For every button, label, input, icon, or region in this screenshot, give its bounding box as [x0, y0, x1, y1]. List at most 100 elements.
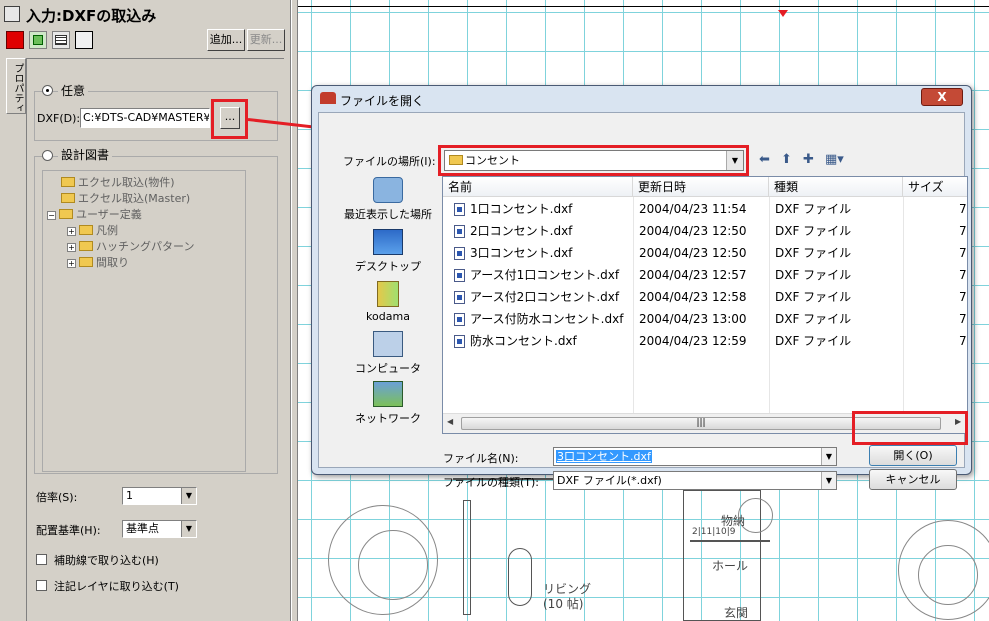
file-row[interactable]: 1口コンセント.dxf 2004/04/23 11:54 DXF ファイル 7 [443, 198, 967, 220]
user-folder-icon [377, 281, 399, 307]
place-desktop[interactable]: デスクトップ [333, 229, 443, 274]
wall-outline [463, 500, 471, 615]
chevron-down-icon[interactable]: ▼ [181, 521, 196, 537]
filename-label: ファイル名(N): [443, 452, 519, 465]
tree-item[interactable]: エクセル取込(物件) [61, 174, 175, 190]
dxf-file-icon [454, 335, 465, 348]
view-menu-icon[interactable]: ▦▾ [825, 152, 844, 167]
highlight-location [438, 145, 749, 176]
expand-icon[interactable]: + [67, 259, 76, 268]
any-radio[interactable] [42, 85, 53, 96]
new-folder-icon[interactable]: ✚ [803, 152, 814, 167]
tree-symbol [918, 545, 978, 605]
design-radio-label: 設計図書 [58, 146, 113, 163]
panel-title-bar: 入力:DXFの取込み [0, 3, 291, 25]
column-header-type[interactable]: 種類 [769, 177, 903, 197]
furniture-outline [508, 548, 532, 606]
note-layer-checkbox[interactable] [36, 580, 47, 591]
design-radio[interactable] [42, 150, 53, 161]
location-label: ファイルの場所(I): [343, 155, 436, 168]
room-label: 物納 [721, 514, 746, 528]
desktop-icon [373, 229, 403, 255]
folder-icon [79, 241, 93, 251]
column-header-name[interactable]: 名前 [443, 177, 633, 197]
property-icon[interactable] [75, 31, 93, 49]
expand-icon[interactable]: + [67, 243, 76, 252]
cancel-button[interactable]: キャンセル [869, 469, 957, 490]
stop-icon[interactable] [6, 31, 24, 49]
tree-item[interactable]: − ユーザー定義 [47, 206, 142, 222]
dxf-label: DXF(D): [37, 112, 81, 125]
folder-icon [61, 193, 75, 203]
folder-icon [59, 209, 73, 219]
place-user[interactable]: kodama [333, 281, 443, 323]
panel-title: 入力:DXFの取込み [26, 7, 157, 25]
tree-item[interactable]: + 凡例 [67, 222, 118, 238]
network-icon [373, 381, 403, 407]
chevron-down-icon[interactable]: ▼ [821, 472, 836, 489]
file-list[interactable]: 名前 更新日時 種類 サイズ 1口コンセント.dxf 2004/04/23 11:… [442, 176, 968, 434]
dialog-title: ファイルを開く [340, 94, 425, 108]
file-row[interactable]: 3口コンセント.dxf 2004/04/23 12:50 DXF ファイル 7 [443, 242, 967, 264]
folder-icon [61, 177, 75, 187]
design-tree[interactable]: エクセル取込(物件) エクセル取込(Master) − ユーザー定義 + 凡例 + ハ… [42, 170, 246, 472]
place-recent[interactable]: 最近表示した場所 [333, 177, 443, 222]
any-radio-label: 任意 [58, 82, 89, 99]
open-button[interactable]: 開く(O) [869, 445, 957, 466]
chevron-down-icon[interactable]: ▼ [821, 448, 836, 465]
update-button[interactable]: 更新... [247, 29, 285, 51]
file-row[interactable]: 2口コンセント.dxf 2004/04/23 12:50 DXF ファイル 7 [443, 220, 967, 242]
dxf-path-input[interactable]: C:¥DTS-CAD¥MASTER¥部 [80, 108, 210, 128]
places-bar: 最近表示した場所 デスクトップ kodama コンピュータ ネットワーク [333, 173, 443, 443]
file-row[interactable]: アース付防水コンセント.dxf 2004/04/23 13:00 DXF ファイル 7 [443, 308, 967, 330]
scroll-left-icon[interactable]: ◀ [447, 417, 453, 426]
tree-item[interactable]: + 間取り [67, 254, 129, 270]
dxf-file-icon [454, 225, 465, 238]
highlight-browse [211, 99, 248, 139]
computer-icon [373, 331, 403, 357]
close-button[interactable]: X [921, 88, 963, 106]
dxf-file-icon [454, 269, 465, 282]
filename-input[interactable]: 3口コンセント.dxf ▼ [553, 447, 837, 466]
base-label: 配置基準(H): [36, 524, 101, 537]
tree-item[interactable]: + ハッチングパターン [67, 238, 194, 254]
room-label: ホール [712, 559, 749, 573]
dxf-file-icon [454, 247, 465, 260]
splitter[interactable] [291, 0, 298, 621]
file-row[interactable]: 防水コンセント.dxf 2004/04/23 12:59 DXF ファイル 7 [443, 330, 967, 352]
filetype-label: ファイルの種類(T): [443, 476, 540, 489]
scale-select[interactable]: 1 ▼ [122, 487, 197, 505]
origin-marker-icon [778, 10, 788, 17]
tree-symbol [358, 530, 428, 600]
base-select[interactable]: 基準点 ▼ [122, 520, 197, 538]
folder-up-icon[interactable]: ⬆ [781, 152, 792, 167]
column-header-date[interactable]: 更新日時 [633, 177, 769, 197]
file-row[interactable]: アース付1口コンセント.dxf 2004/04/23 12:57 DXF ファイル 7 [443, 264, 967, 286]
dxf-file-icon [454, 291, 465, 304]
add-button[interactable]: 追加... [207, 29, 245, 51]
panel-icon [4, 6, 20, 22]
expand-icon[interactable]: + [67, 227, 76, 236]
house-icon[interactable] [29, 31, 47, 49]
tree-item[interactable]: エクセル取込(Master) [61, 190, 190, 206]
tab-properties[interactable]: プロパティ [6, 58, 26, 114]
grid-icon[interactable] [52, 31, 70, 49]
dxf-file-icon [454, 203, 465, 216]
file-row[interactable]: アース付2口コンセント.dxf 2004/04/23 12:58 DXF ファイル 7 [443, 286, 967, 308]
column-header-size[interactable]: サイズ [903, 177, 967, 197]
chevron-down-icon[interactable]: ▼ [181, 488, 196, 504]
dxf-file-icon [454, 313, 465, 326]
wall-line [690, 540, 770, 542]
filetype-select[interactable]: DXF ファイル(*.dxf) ▼ [553, 471, 837, 490]
note-layer-label: 注記レイヤに取り込む(T) [54, 580, 179, 593]
room-label: (10 帖) [543, 597, 584, 611]
place-network[interactable]: ネットワーク [333, 381, 443, 426]
place-computer[interactable]: コンピュータ [333, 331, 443, 376]
collapse-icon[interactable]: − [47, 211, 56, 220]
back-icon[interactable]: ⬅ [759, 152, 770, 167]
property-panel: 入力:DXFの取込み 追加... 更新... プロパティ 任意 DXF(D): … [0, 0, 291, 621]
aux-line-checkbox[interactable] [36, 554, 47, 565]
folder-icon [79, 225, 93, 235]
scale-label: 倍率(S): [36, 491, 78, 504]
recent-places-icon [373, 177, 403, 203]
